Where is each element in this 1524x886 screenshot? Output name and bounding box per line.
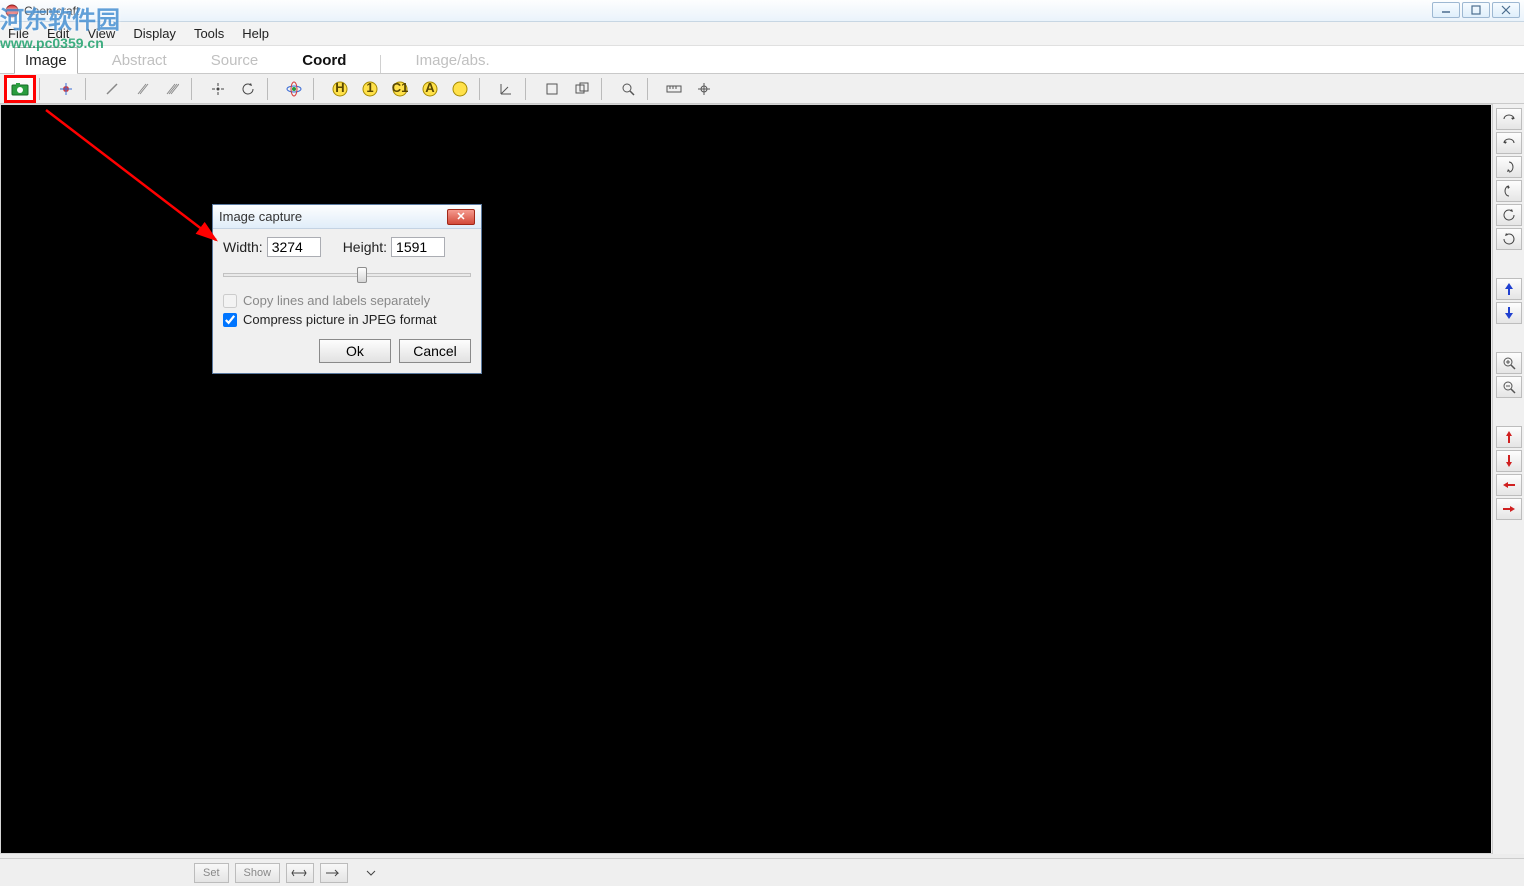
rotate-cw-x-icon[interactable] (1496, 108, 1522, 130)
status-hreturn-icon[interactable] (320, 863, 348, 883)
shift-right-icon[interactable] (1496, 498, 1522, 520)
crosshair-icon[interactable] (690, 77, 718, 101)
statusbar: Set Show (0, 858, 1524, 886)
magnify-icon[interactable] (614, 77, 642, 101)
dialog-title: Image capture (219, 209, 302, 224)
tab-source[interactable]: Source (201, 48, 269, 73)
bond-icon-3[interactable] (158, 77, 186, 101)
svg-text:H: H (335, 81, 344, 95)
menu-tools[interactable]: Tools (194, 26, 224, 41)
rotate-ccw-z-icon[interactable] (1496, 228, 1522, 250)
size-slider[interactable] (223, 267, 471, 285)
camera-icon[interactable] (6, 77, 34, 101)
shift-up-icon[interactable] (1496, 426, 1522, 448)
status-dropdown-icon[interactable] (364, 863, 378, 883)
titlebar: Chemcraft (0, 0, 1524, 22)
status-show-button[interactable]: Show (235, 863, 281, 883)
axes-icon[interactable] (492, 77, 520, 101)
rotate-ccw-y-icon[interactable] (1496, 180, 1522, 202)
menubar: File Edit View Display Tools Help (0, 22, 1524, 46)
box-icon-2[interactable] (568, 77, 596, 101)
menu-file[interactable]: File (8, 26, 29, 41)
rotate-cw-y-icon[interactable] (1496, 156, 1522, 178)
tab-image[interactable]: Image (14, 47, 78, 74)
compress-jpeg-checkbox-row[interactable]: Compress picture in JPEG format (223, 312, 471, 327)
window-title: Chemcraft (24, 4, 79, 18)
height-label: Height: (343, 239, 387, 255)
menu-help[interactable]: Help (242, 26, 269, 41)
status-hflip-icon[interactable] (286, 863, 314, 883)
ok-button[interactable]: Ok (319, 339, 391, 363)
menu-display[interactable]: Display (133, 26, 176, 41)
app-icon (4, 3, 20, 19)
orbital-icon[interactable] (280, 77, 308, 101)
arrow-down-icon[interactable] (1496, 302, 1522, 324)
zoom-out-icon[interactable] (1496, 376, 1522, 398)
dialog-close-button[interactable]: ✕ (447, 209, 475, 225)
label-h-icon[interactable]: H (326, 77, 354, 101)
shift-left-icon[interactable] (1496, 474, 1522, 496)
tab-row: Image Abstract Source Coord Image/abs. (0, 46, 1524, 74)
svg-text:A: A (425, 81, 435, 95)
bond-icon-2[interactable] (128, 77, 156, 101)
rotate-ccw-x-icon[interactable] (1496, 132, 1522, 154)
tab-separator (380, 55, 381, 73)
width-label: Width: (223, 239, 263, 255)
maximize-button[interactable] (1462, 2, 1490, 18)
tab-imageabs[interactable]: Image/abs. (405, 48, 499, 73)
menu-view[interactable]: View (87, 26, 115, 41)
bond-icon-1[interactable] (98, 77, 126, 101)
label-blank-icon[interactable] (446, 77, 474, 101)
menu-edit[interactable]: Edit (47, 26, 69, 41)
compress-jpeg-label: Compress picture in JPEG format (243, 312, 437, 327)
right-toolbar (1492, 104, 1524, 854)
svg-text:1: 1 (366, 81, 373, 95)
box-icon-1[interactable] (538, 77, 566, 101)
image-capture-dialog: Image capture ✕ Width: Height: Copy line… (212, 204, 482, 374)
copy-lines-label: Copy lines and labels separately (243, 293, 430, 308)
toolbar: H 1 C1 A (0, 74, 1524, 104)
copy-lines-checkbox (223, 294, 237, 308)
svg-text:C1: C1 (392, 81, 408, 95)
measure-icon[interactable] (660, 77, 688, 101)
status-set-button[interactable]: Set (194, 863, 229, 883)
label-a-icon[interactable]: A (416, 77, 444, 101)
zoom-in-icon[interactable] (1496, 352, 1522, 374)
label-c1-icon[interactable]: C1 (386, 77, 414, 101)
dialog-titlebar[interactable]: Image capture ✕ (213, 205, 481, 229)
arrow-up-icon[interactable] (1496, 278, 1522, 300)
tab-abstract[interactable]: Abstract (102, 48, 177, 73)
rotate-cw-z-icon[interactable] (1496, 204, 1522, 226)
height-input[interactable] (391, 237, 445, 257)
move-icon[interactable] (204, 77, 232, 101)
tab-coord[interactable]: Coord (292, 48, 356, 73)
close-button[interactable] (1492, 2, 1520, 18)
cancel-button[interactable]: Cancel (399, 339, 471, 363)
shift-down-icon[interactable] (1496, 450, 1522, 472)
copy-lines-checkbox-row[interactable]: Copy lines and labels separately (223, 293, 471, 308)
minimize-button[interactable] (1432, 2, 1460, 18)
label-1-icon[interactable]: 1 (356, 77, 384, 101)
compress-jpeg-checkbox[interactable] (223, 313, 237, 327)
width-input[interactable] (267, 237, 321, 257)
atom-model-icon[interactable] (52, 77, 80, 101)
rotate-icon[interactable] (234, 77, 262, 101)
